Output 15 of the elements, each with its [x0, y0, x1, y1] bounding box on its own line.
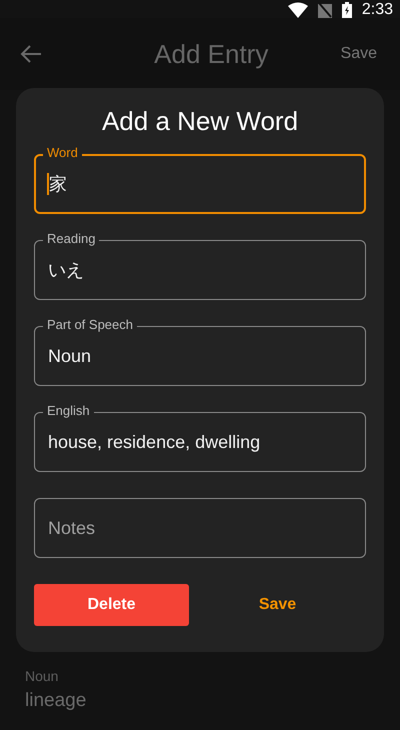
- delete-button[interactable]: Delete: [34, 584, 189, 626]
- part-of-speech-text: Noun: [25, 667, 60, 686]
- text-field[interactable]: Notes: [34, 498, 366, 558]
- field-label: Reading: [43, 231, 100, 247]
- back-arrow-icon[interactable]: [20, 45, 42, 63]
- save-button[interactable]: Save: [189, 584, 366, 626]
- clock-time: 2:33: [362, 0, 393, 20]
- screen-title: Add Entry: [153, 38, 270, 70]
- dialog-title: Add a New Word: [100, 106, 300, 136]
- save-button[interactable]: Save: [340, 42, 377, 66]
- field-label: Part of Speech: [43, 317, 137, 333]
- wifi-icon: [288, 2, 308, 18]
- meaning-text: lineage: [25, 689, 88, 713]
- field-label: English: [43, 403, 94, 419]
- text-cursor: [47, 173, 49, 195]
